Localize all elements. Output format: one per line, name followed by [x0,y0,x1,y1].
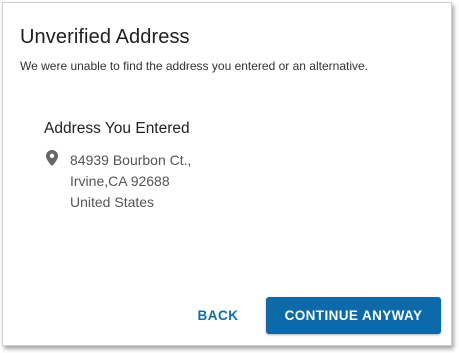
map-pin-icon [46,150,58,166]
address-line-city-state-zip: Irvine,CA 92688 [70,173,170,189]
dialog-title: Unverified Address [20,26,190,48]
address-line-country: United States [70,194,155,210]
unverified-address-dialog: Unverified Address We were unable to fin… [2,2,452,346]
back-button[interactable]: BACK [183,299,253,333]
address-line-street: 84939 Bourbon Ct., [70,152,192,168]
page: Unverified Address We were unable to fin… [0,0,459,353]
continue-anyway-button[interactable]: CONTINUE ANYWAY [266,297,441,334]
dialog-subtitle: We were unable to find the address you e… [20,59,368,73]
address-heading: Address You Entered [44,120,190,137]
